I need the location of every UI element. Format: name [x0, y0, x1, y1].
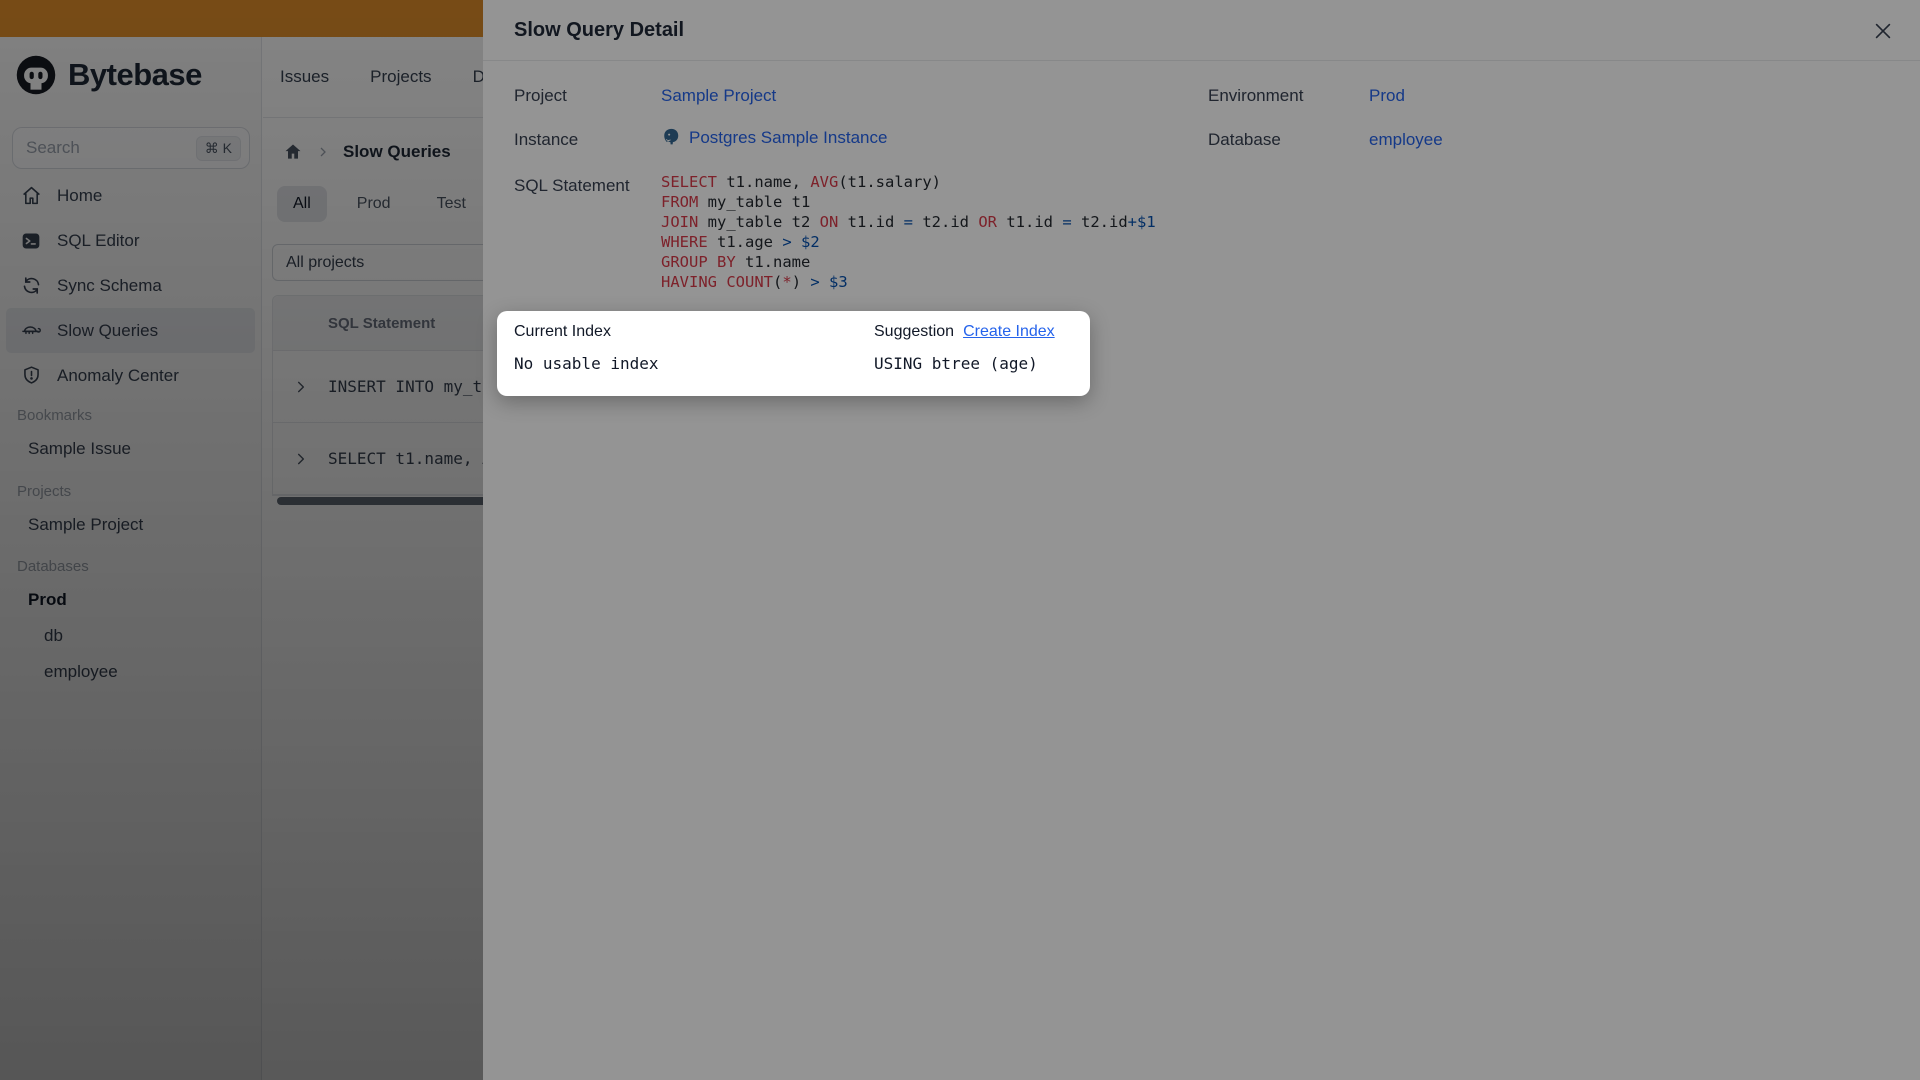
- suggestion-label-row: Suggestion Create Index: [874, 323, 1073, 341]
- current-index-label: Current Index: [514, 323, 611, 340]
- suggestion-label: Suggestion: [874, 323, 955, 340]
- tooltip-overlay[interactable]: [0, 0, 1920, 1080]
- create-index-link[interactable]: Create Index: [963, 323, 1055, 340]
- suggestion-value: USING btree (age): [874, 354, 1038, 373]
- index-suggestion-card: Current Index Suggestion Create Index No …: [497, 311, 1090, 396]
- current-index-value: No usable index: [514, 354, 659, 373]
- screen: Bytebase Search ⌘ K HomeSQL EditorSync S…: [0, 0, 1920, 1080]
